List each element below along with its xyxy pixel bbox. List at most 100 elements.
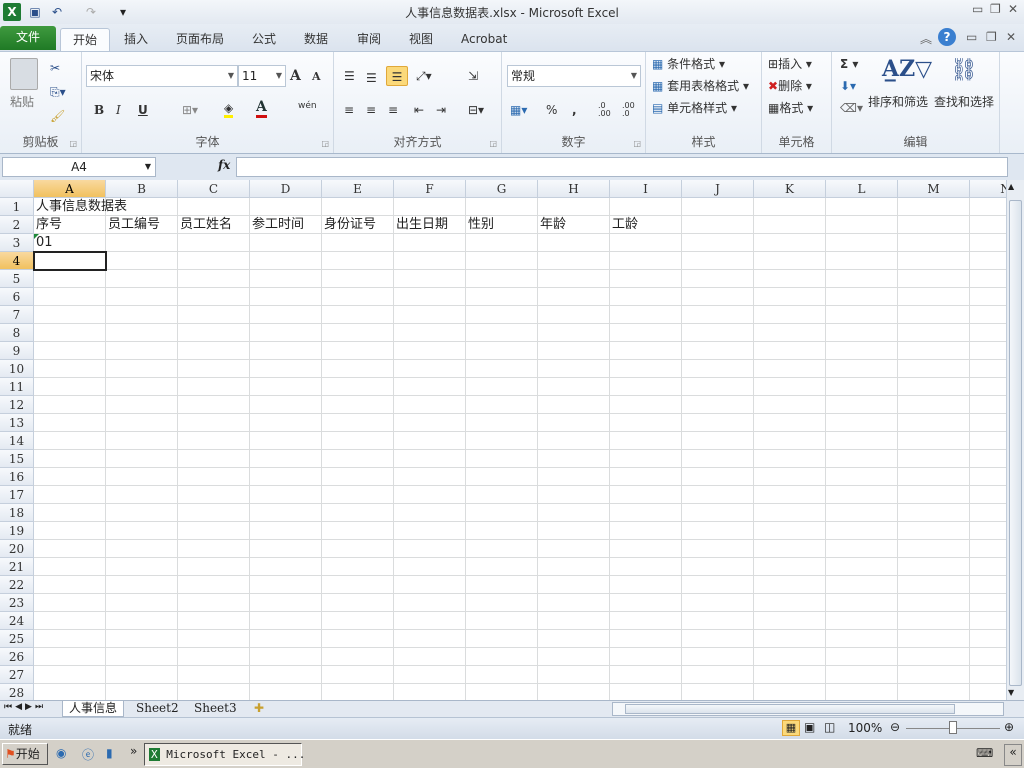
cell-G7[interactable] [466, 306, 538, 324]
cell-D27[interactable] [250, 666, 322, 684]
cell-I5[interactable] [610, 270, 682, 288]
cell-H3[interactable] [538, 234, 610, 252]
cell-I17[interactable] [610, 486, 682, 504]
cell-A24[interactable] [34, 612, 106, 630]
cell-F27[interactable] [394, 666, 466, 684]
cell-K10[interactable] [754, 360, 826, 378]
cell-M8[interactable] [898, 324, 970, 342]
cell-styles-button[interactable]: ▤ 单元格样式 ▾ [652, 98, 737, 118]
cell-N2[interactable] [970, 216, 1006, 234]
delete-cells-button[interactable]: ✖删除 ▾ [768, 76, 812, 96]
cell-M20[interactable] [898, 540, 970, 558]
cell-L27[interactable] [826, 666, 898, 684]
more-icon[interactable]: » [130, 744, 137, 758]
cell-I27[interactable] [610, 666, 682, 684]
cell-L18[interactable] [826, 504, 898, 522]
cell-H10[interactable] [538, 360, 610, 378]
cell-J20[interactable] [682, 540, 754, 558]
tab-file[interactable]: 文件 [0, 26, 56, 50]
cell-H18[interactable] [538, 504, 610, 522]
cell-D2[interactable]: 参工时间 [250, 216, 322, 234]
column-header[interactable]: H [538, 180, 610, 198]
formula-input[interactable] [236, 157, 1008, 177]
quicklaunch-icon[interactable]: ◉ [56, 746, 66, 760]
column-header[interactable]: G [466, 180, 538, 198]
cell-C24[interactable] [178, 612, 250, 630]
cell-A6[interactable] [34, 288, 106, 306]
cell-J22[interactable] [682, 576, 754, 594]
row-header[interactable]: 8 [0, 324, 34, 342]
cell-H8[interactable] [538, 324, 610, 342]
cell-L21[interactable] [826, 558, 898, 576]
increase-indent-icon[interactable]: ⇥ [436, 100, 446, 120]
cell-C20[interactable] [178, 540, 250, 558]
cell-M15[interactable] [898, 450, 970, 468]
vertical-scrollbar[interactable]: ▲ ▼ [1006, 180, 1024, 700]
bold-button[interactable]: B [94, 100, 104, 120]
cell-I14[interactable] [610, 432, 682, 450]
cell-N3[interactable] [970, 234, 1006, 252]
cell-H17[interactable] [538, 486, 610, 504]
cell-G13[interactable] [466, 414, 538, 432]
cell-B13[interactable] [106, 414, 178, 432]
cell-J21[interactable] [682, 558, 754, 576]
cell-E11[interactable] [322, 378, 394, 396]
cell-J6[interactable] [682, 288, 754, 306]
worksheet-grid[interactable]: A B C D E F G H I J K L M N 1 人事信息数据表 2 序号 员工编号 员工姓名 参工时间 身份证… [0, 180, 1006, 700]
cell-J19[interactable] [682, 522, 754, 540]
name-box[interactable]: A4 ▼ [2, 157, 156, 177]
cell-L26[interactable] [826, 648, 898, 666]
tab-acrobat[interactable]: Acrobat [449, 28, 519, 52]
row-header[interactable]: 4 [0, 252, 34, 270]
cell-F5[interactable] [394, 270, 466, 288]
cell-A12[interactable] [34, 396, 106, 414]
cell-E16[interactable] [322, 468, 394, 486]
cell-I10[interactable] [610, 360, 682, 378]
cell-F20[interactable] [394, 540, 466, 558]
cell-J28[interactable] [682, 684, 754, 700]
cell-D24[interactable] [250, 612, 322, 630]
cell-A27[interactable] [34, 666, 106, 684]
cell-K26[interactable] [754, 648, 826, 666]
cell-I22[interactable] [610, 576, 682, 594]
cell-N25[interactable] [970, 630, 1006, 648]
insert-sheet-icon[interactable]: ✚ [248, 701, 270, 717]
cell-M21[interactable] [898, 558, 970, 576]
cell-E17[interactable] [322, 486, 394, 504]
cell-B15[interactable] [106, 450, 178, 468]
cell-G5[interactable] [466, 270, 538, 288]
insert-function-button[interactable]: fx [218, 158, 230, 172]
shrink-font-button[interactable]: A [312, 67, 321, 87]
cell-M27[interactable] [898, 666, 970, 684]
cell-J18[interactable] [682, 504, 754, 522]
row-header[interactable]: 28 [0, 684, 34, 700]
clear-icon[interactable]: ⌫▾ [840, 98, 863, 118]
align-right-icon[interactable]: ≡ [388, 100, 398, 120]
cell-K6[interactable] [754, 288, 826, 306]
cell-L22[interactable] [826, 576, 898, 594]
cell-L4[interactable] [826, 252, 898, 270]
cell-N28[interactable] [970, 684, 1006, 700]
cell-I7[interactable] [610, 306, 682, 324]
find-select-icon[interactable]: ⛓ [950, 58, 978, 83]
cell-F22[interactable] [394, 576, 466, 594]
cell-B23[interactable] [106, 594, 178, 612]
cell-F4[interactable] [394, 252, 466, 270]
cell-J5[interactable] [682, 270, 754, 288]
row-header[interactable]: 15 [0, 450, 34, 468]
grow-font-button[interactable]: A [290, 66, 301, 86]
cell-M19[interactable] [898, 522, 970, 540]
row-header[interactable]: 16 [0, 468, 34, 486]
cell-H21[interactable] [538, 558, 610, 576]
cell-B18[interactable] [106, 504, 178, 522]
cell-G8[interactable] [466, 324, 538, 342]
cell-D5[interactable] [250, 270, 322, 288]
cell-A28[interactable] [34, 684, 106, 700]
cell-L28[interactable] [826, 684, 898, 700]
cell-K27[interactable] [754, 666, 826, 684]
cell-G23[interactable] [466, 594, 538, 612]
row-header[interactable]: 17 [0, 486, 34, 504]
cell-I19[interactable] [610, 522, 682, 540]
tab-insert[interactable]: 插入 [112, 28, 160, 52]
cell-I24[interactable] [610, 612, 682, 630]
